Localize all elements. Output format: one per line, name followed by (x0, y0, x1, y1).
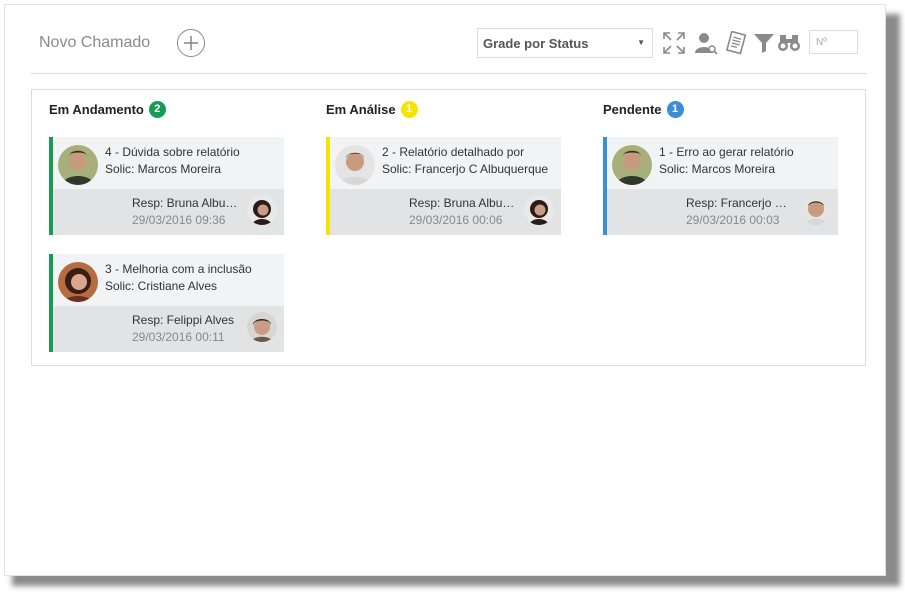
responsible-avatar (247, 312, 277, 342)
ticket-card-top: 4 - Dúvida sobre relatório Solic: Marcos… (53, 137, 284, 189)
requester-avatar (335, 145, 375, 185)
column-header: Em Andamento 2 (49, 99, 166, 119)
count-badge: 1 (666, 100, 684, 118)
count-badge: 2 (148, 100, 166, 118)
new-ticket-label: Novo Chamado (39, 34, 151, 51)
requester-avatar (58, 145, 98, 185)
column-header: Em Análise 1 (326, 99, 418, 119)
toolbar-divider (31, 73, 867, 74)
ticket-card-bottom: Resp: Francerjo C Albuquerque 29/03/2016… (607, 189, 838, 235)
view-mode-select[interactable]: Grade por Status ▼ (477, 28, 653, 58)
ticket-requester: Solic: Marcos Moreira (105, 162, 222, 176)
filter-icon[interactable] (752, 31, 776, 55)
ticket-requester: Solic: Cristiane Alves (105, 279, 218, 293)
ticket-card-bottom: Resp: Bruna Albuquerque 29/03/2016 00:06 (330, 189, 561, 235)
toolbar: Novo Chamado Grade por Status ▼ (5, 5, 885, 75)
requester-avatar (612, 145, 652, 185)
ticket-card-top: 2 - Relatório detalhado por Solic: Franc… (330, 137, 561, 189)
ticket-title: 2 - Relatório detalhado por (382, 145, 525, 159)
ticket-responsible: Resp: Felippi Alves (132, 313, 235, 327)
ticket-card-top: 3 - Melhoria com a inclusão Solic: Crist… (53, 254, 284, 306)
expand-icon[interactable] (662, 31, 686, 55)
view-mode-value: Grade por Status (483, 35, 589, 51)
ticket-card[interactable]: 2 - Relatório detalhado por Solic: Franc… (326, 137, 561, 235)
column-title: Pendente (603, 101, 662, 117)
ticket-title: 3 - Melhoria com a inclusão (105, 262, 252, 276)
ticket-date: 29/03/2016 09:36 (132, 213, 226, 227)
ticket-requester: Solic: Francerjo C Albuquerque (382, 162, 549, 176)
ticket-date: 29/03/2016 00:03 (686, 213, 780, 227)
responsible-avatar (247, 195, 277, 225)
requester-avatar (58, 262, 98, 302)
report-icon[interactable] (724, 31, 748, 55)
ticket-card[interactable]: 3 - Melhoria com a inclusão Solic: Crist… (49, 254, 284, 352)
ticket-title: 4 - Dúvida sobre relatório (105, 145, 240, 159)
ticket-card[interactable]: 1 - Erro ao gerar relatório Solic: Marco… (603, 137, 838, 235)
responsible-avatar (801, 195, 831, 225)
add-icon (184, 36, 198, 50)
ticket-number-input[interactable] (809, 30, 858, 54)
ticket-responsible: Resp: Bruna Albuquerque (132, 196, 240, 210)
column-header: Pendente 1 (603, 99, 684, 119)
ticket-board-panel: Novo Chamado Grade por Status ▼ Nº Em An… (4, 4, 886, 576)
ticket-date: 29/03/2016 00:06 (409, 213, 503, 227)
add-ticket-button[interactable] (177, 29, 205, 57)
ticket-responsible: Resp: Bruna Albuquerque (409, 196, 517, 210)
ticket-responsible: Resp: Francerjo C Albuquerque (686, 196, 794, 210)
binoculars-icon[interactable] (777, 31, 801, 55)
column-title: Em Andamento (49, 101, 144, 117)
ticket-card-bottom: Resp: Felippi Alves 29/03/2016 00:11 (53, 306, 284, 352)
ticket-requester: Solic: Marcos Moreira (659, 162, 776, 176)
ticket-card-bottom: Resp: Bruna Albuquerque 29/03/2016 09:36 (53, 189, 284, 235)
user-search-icon[interactable] (694, 31, 718, 55)
ticket-title: 1 - Erro ao gerar relatório (659, 145, 794, 159)
column-title: Em Análise (326, 101, 396, 117)
responsible-avatar (524, 195, 554, 225)
ticket-card-top: 1 - Erro ao gerar relatório Solic: Marco… (607, 137, 838, 189)
ticket-date: 29/03/2016 00:11 (132, 330, 225, 344)
status-board: Em Andamento 2 4 - Dúvida sobre relatóri… (31, 89, 866, 366)
count-badge: 1 (400, 100, 418, 118)
ticket-card[interactable]: 4 - Dúvida sobre relatório Solic: Marcos… (49, 137, 284, 235)
chevron-down-icon: ▼ (637, 38, 645, 47)
